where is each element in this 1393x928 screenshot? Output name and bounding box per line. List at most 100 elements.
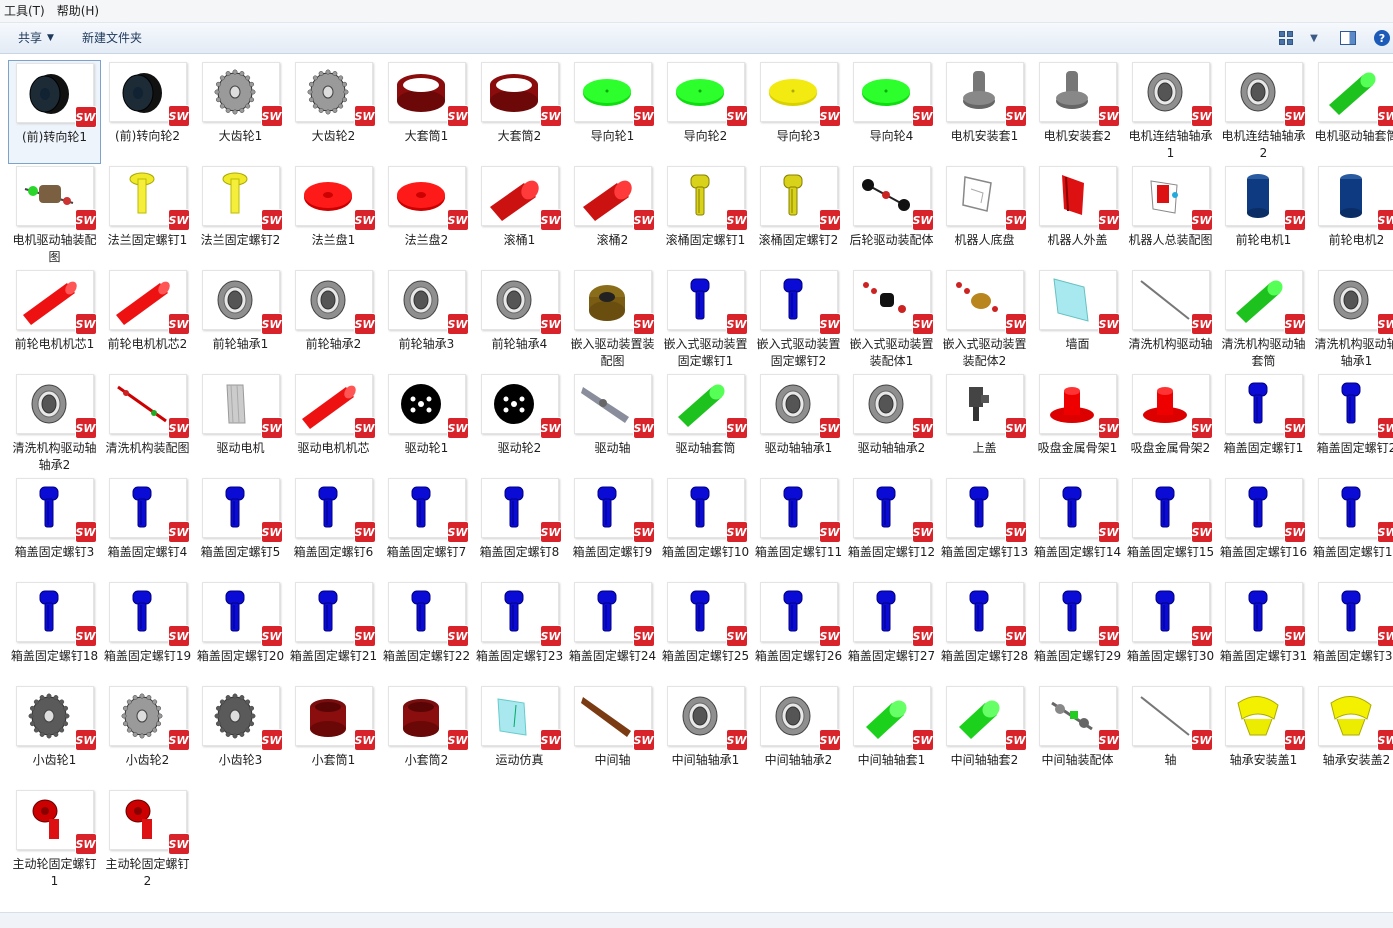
- file-item[interactable]: SW机器人总装配图: [1124, 164, 1217, 268]
- file-item[interactable]: SW箱盖固定螺钉25: [659, 580, 752, 684]
- file-item[interactable]: SW箱盖固定螺钉16: [1217, 476, 1310, 580]
- file-item[interactable]: SW箱盖固定螺钉21: [287, 580, 380, 684]
- file-item[interactable]: SW轴: [1124, 684, 1217, 788]
- file-item[interactable]: SW箱盖固定螺钉3: [8, 476, 101, 580]
- file-item[interactable]: SW前轮电机机芯2: [101, 268, 194, 372]
- file-item[interactable]: SW驱动轴轴承2: [845, 372, 938, 476]
- file-item[interactable]: SW箱盖固定螺钉11: [752, 476, 845, 580]
- file-item[interactable]: SW嵌入式驱动装置装配体2: [938, 268, 1031, 372]
- file-item[interactable]: SW嵌入式驱动装置固定螺钉2: [752, 268, 845, 372]
- file-item[interactable]: SW主动轮固定螺钉2: [101, 788, 194, 892]
- file-item[interactable]: SW清洗机构驱动轴轴承2: [8, 372, 101, 476]
- file-item[interactable]: SW清洗机构装配图: [101, 372, 194, 476]
- file-item[interactable]: SW前轮轴承1: [194, 268, 287, 372]
- file-item[interactable]: SW墙面: [1031, 268, 1124, 372]
- file-item[interactable]: SW前轮电机机芯1: [8, 268, 101, 372]
- file-item[interactable]: SW箱盖固定螺钉18: [8, 580, 101, 684]
- file-item[interactable]: SW轴承安装盖2: [1310, 684, 1393, 788]
- file-item[interactable]: SW箱盖固定螺钉6: [287, 476, 380, 580]
- file-item[interactable]: SW嵌入驱动装置装配图: [566, 268, 659, 372]
- file-item[interactable]: SW吸盘金属骨架2: [1124, 372, 1217, 476]
- file-item[interactable]: SW法兰盘1: [287, 164, 380, 268]
- file-item[interactable]: SW法兰盘2: [380, 164, 473, 268]
- file-item[interactable]: SW前轮轴承3: [380, 268, 473, 372]
- file-item[interactable]: SW小齿轮2: [101, 684, 194, 788]
- file-item[interactable]: SW大套筒1: [380, 60, 473, 164]
- file-item[interactable]: SW后轮驱动装配体: [845, 164, 938, 268]
- file-item[interactable]: SW滚桶固定螺钉2: [752, 164, 845, 268]
- file-item[interactable]: SW导向轮1: [566, 60, 659, 164]
- file-item[interactable]: SW清洗机构驱动轴轴承1: [1310, 268, 1393, 372]
- file-item[interactable]: SW箱盖固定螺钉23: [473, 580, 566, 684]
- file-item[interactable]: SW驱动轴: [566, 372, 659, 476]
- file-item[interactable]: SW箱盖固定螺钉13: [938, 476, 1031, 580]
- file-item[interactable]: SW箱盖固定螺钉5: [194, 476, 287, 580]
- file-item[interactable]: SW导向轮3: [752, 60, 845, 164]
- file-item[interactable]: SW运动仿真: [473, 684, 566, 788]
- file-item[interactable]: SW箱盖固定螺钉12: [845, 476, 938, 580]
- file-item[interactable]: SW主动轮固定螺钉1: [8, 788, 101, 892]
- file-item[interactable]: SW电机驱动轴套筒: [1310, 60, 1393, 164]
- file-item[interactable]: SW法兰固定螺钉1: [101, 164, 194, 268]
- file-item[interactable]: SW箱盖固定螺钉19: [101, 580, 194, 684]
- file-item[interactable]: SW驱动轴套筒: [659, 372, 752, 476]
- file-item[interactable]: SW中间轴: [566, 684, 659, 788]
- file-item[interactable]: SW清洗机构驱动轴套筒: [1217, 268, 1310, 372]
- file-item[interactable]: SW前轮轴承4: [473, 268, 566, 372]
- file-item[interactable]: SW箱盖固定螺钉9: [566, 476, 659, 580]
- file-item[interactable]: SW小齿轮1: [8, 684, 101, 788]
- file-item[interactable]: SW驱动电机机芯: [287, 372, 380, 476]
- file-item[interactable]: SW小套筒1: [287, 684, 380, 788]
- new-folder-button[interactable]: 新建文件夹: [64, 24, 152, 52]
- menu-help[interactable]: 帮助(H): [53, 0, 107, 22]
- file-item[interactable]: SW箱盖固定螺钉24: [566, 580, 659, 684]
- file-item[interactable]: SW前轮电机2: [1310, 164, 1393, 268]
- file-item[interactable]: SW箱盖固定螺钉30: [1124, 580, 1217, 684]
- file-item[interactable]: SW箱盖固定螺钉8: [473, 476, 566, 580]
- file-item[interactable]: SW箱盖固定螺钉10: [659, 476, 752, 580]
- file-item[interactable]: SW箱盖固定螺钉1: [1217, 372, 1310, 476]
- file-item[interactable]: SW中间轴轴套1: [845, 684, 938, 788]
- file-item[interactable]: SW滚桶2: [566, 164, 659, 268]
- preview-pane-icon[interactable]: [1339, 29, 1357, 47]
- file-item[interactable]: SW电机连结轴轴承2: [1217, 60, 1310, 164]
- file-item[interactable]: SW大齿轮1: [194, 60, 287, 164]
- file-item[interactable]: SW箱盖固定螺钉28: [938, 580, 1031, 684]
- file-item[interactable]: SW吸盘金属骨架1: [1031, 372, 1124, 476]
- file-item[interactable]: SW中间轴轴承2: [752, 684, 845, 788]
- file-item[interactable]: SW箱盖固定螺钉20: [194, 580, 287, 684]
- file-item[interactable]: SW清洗机构驱动轴: [1124, 268, 1217, 372]
- file-item[interactable]: SW驱动电机: [194, 372, 287, 476]
- file-item[interactable]: SW中间轴轴承1: [659, 684, 752, 788]
- file-item[interactable]: SW导向轮4: [845, 60, 938, 164]
- file-item[interactable]: SW电机安装套1: [938, 60, 1031, 164]
- file-item[interactable]: SW箱盖固定螺钉14: [1031, 476, 1124, 580]
- file-item[interactable]: SW机器人底盘: [938, 164, 1031, 268]
- file-item[interactable]: SW箱盖固定螺钉2: [1310, 372, 1393, 476]
- menu-tools[interactable]: 工具(T): [0, 0, 53, 22]
- file-item[interactable]: SW嵌入式驱动装置装配体1: [845, 268, 938, 372]
- file-item[interactable]: SW(前)转向轮1: [8, 60, 101, 164]
- file-item[interactable]: SW大齿轮2: [287, 60, 380, 164]
- file-item[interactable]: SW(前)转向轮2: [101, 60, 194, 164]
- file-item[interactable]: SW驱动轴轴承1: [752, 372, 845, 476]
- file-item[interactable]: SW箱盖固定螺钉17: [1310, 476, 1393, 580]
- file-item[interactable]: SW前轮轴承2: [287, 268, 380, 372]
- file-item[interactable]: SW法兰固定螺钉2: [194, 164, 287, 268]
- file-item[interactable]: SW轴承安装盖1: [1217, 684, 1310, 788]
- file-item[interactable]: SW滚桶1: [473, 164, 566, 268]
- file-item[interactable]: SW箱盖固定螺钉4: [101, 476, 194, 580]
- file-item[interactable]: SW箱盖固定螺钉27: [845, 580, 938, 684]
- file-item[interactable]: SW中间轴轴套2: [938, 684, 1031, 788]
- file-item[interactable]: SW小套筒2: [380, 684, 473, 788]
- file-item[interactable]: SW箱盖固定螺钉7: [380, 476, 473, 580]
- help-icon[interactable]: ?: [1373, 29, 1391, 47]
- file-item[interactable]: SW电机驱动轴装配图: [8, 164, 101, 268]
- view-dropdown-icon[interactable]: ▼: [1305, 29, 1323, 47]
- share-button[interactable]: 共享 ▼: [0, 24, 64, 52]
- file-item[interactable]: SW电机连结轴轴承1: [1124, 60, 1217, 164]
- file-item[interactable]: SW前轮电机1: [1217, 164, 1310, 268]
- file-item[interactable]: SW上盖: [938, 372, 1031, 476]
- file-item[interactable]: SW小齿轮3: [194, 684, 287, 788]
- file-item[interactable]: SW大套筒2: [473, 60, 566, 164]
